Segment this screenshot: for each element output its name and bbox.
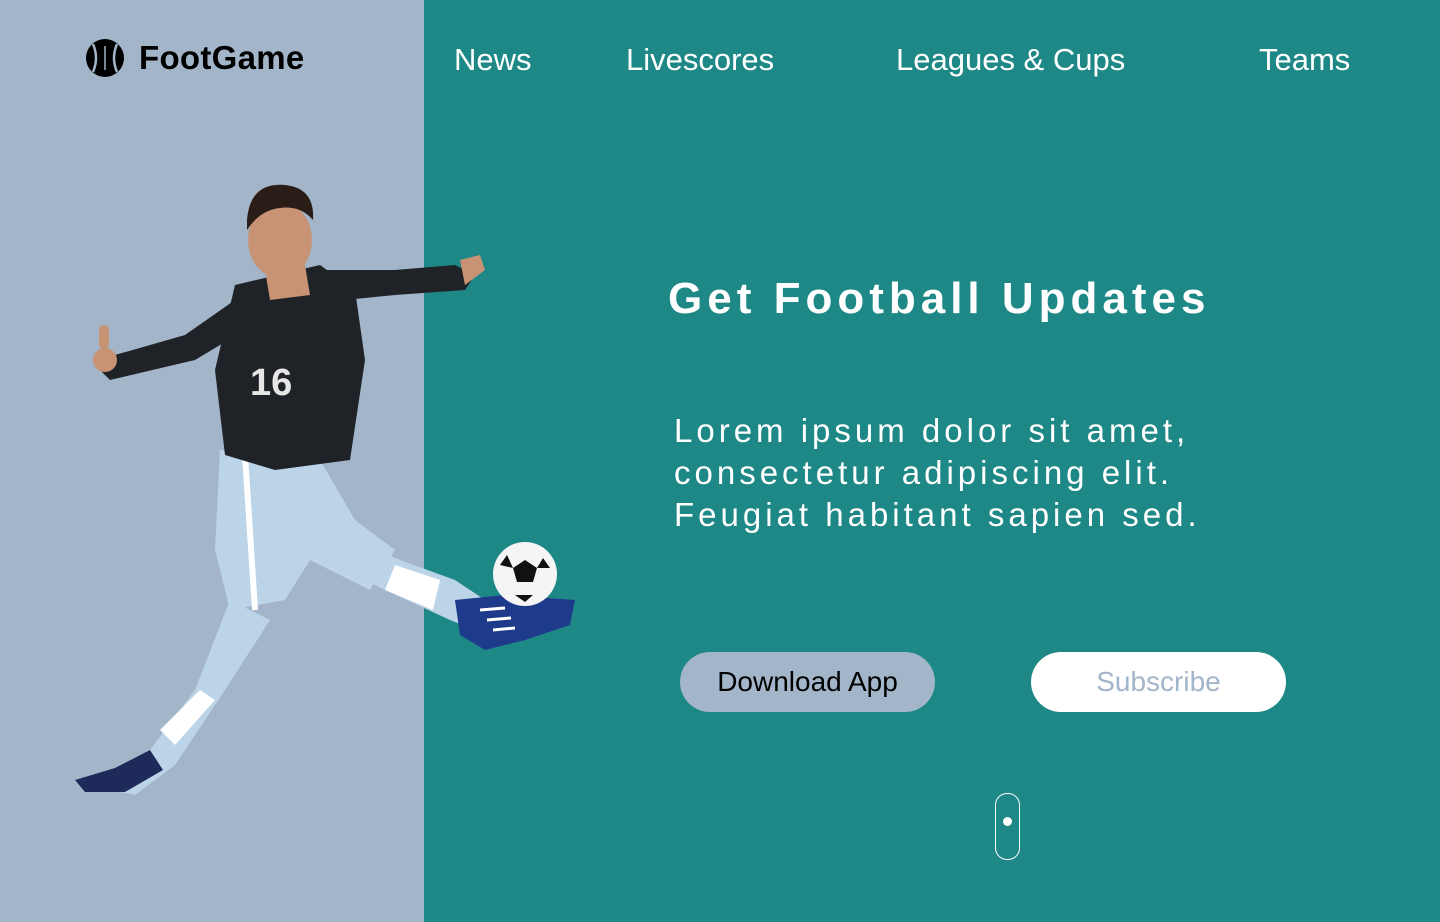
nav-teams[interactable]: Teams: [1259, 42, 1350, 78]
download-app-button[interactable]: Download App: [680, 652, 935, 712]
jersey-number: 16: [250, 362, 292, 404]
player-image: 16: [75, 184, 575, 795]
scroll-mouse-icon[interactable]: [995, 793, 1020, 860]
subscribe-button[interactable]: Subscribe: [1031, 652, 1286, 712]
hero-body-line: consectetur adipiscing elit.: [674, 454, 1174, 491]
scroll-dot: [1003, 817, 1012, 826]
brand-logo[interactable]: FootGame: [85, 38, 305, 78]
nav-livescores[interactable]: Livescores: [626, 42, 774, 78]
hero-body: Lorem ipsum dolor sit amet, consectetur …: [674, 410, 1314, 536]
football-icon: [86, 39, 124, 77]
hero-title: Get Football Updates: [668, 274, 1211, 323]
nav-news[interactable]: News: [454, 42, 532, 78]
hero-body-line: Feugiat habitant sapien sed.: [674, 496, 1201, 533]
brand-name: FootGame: [139, 39, 305, 76]
nav-leagues-cups[interactable]: Leagues & Cups: [896, 42, 1125, 78]
hero-body-line: Lorem ipsum dolor sit amet,: [674, 412, 1190, 449]
